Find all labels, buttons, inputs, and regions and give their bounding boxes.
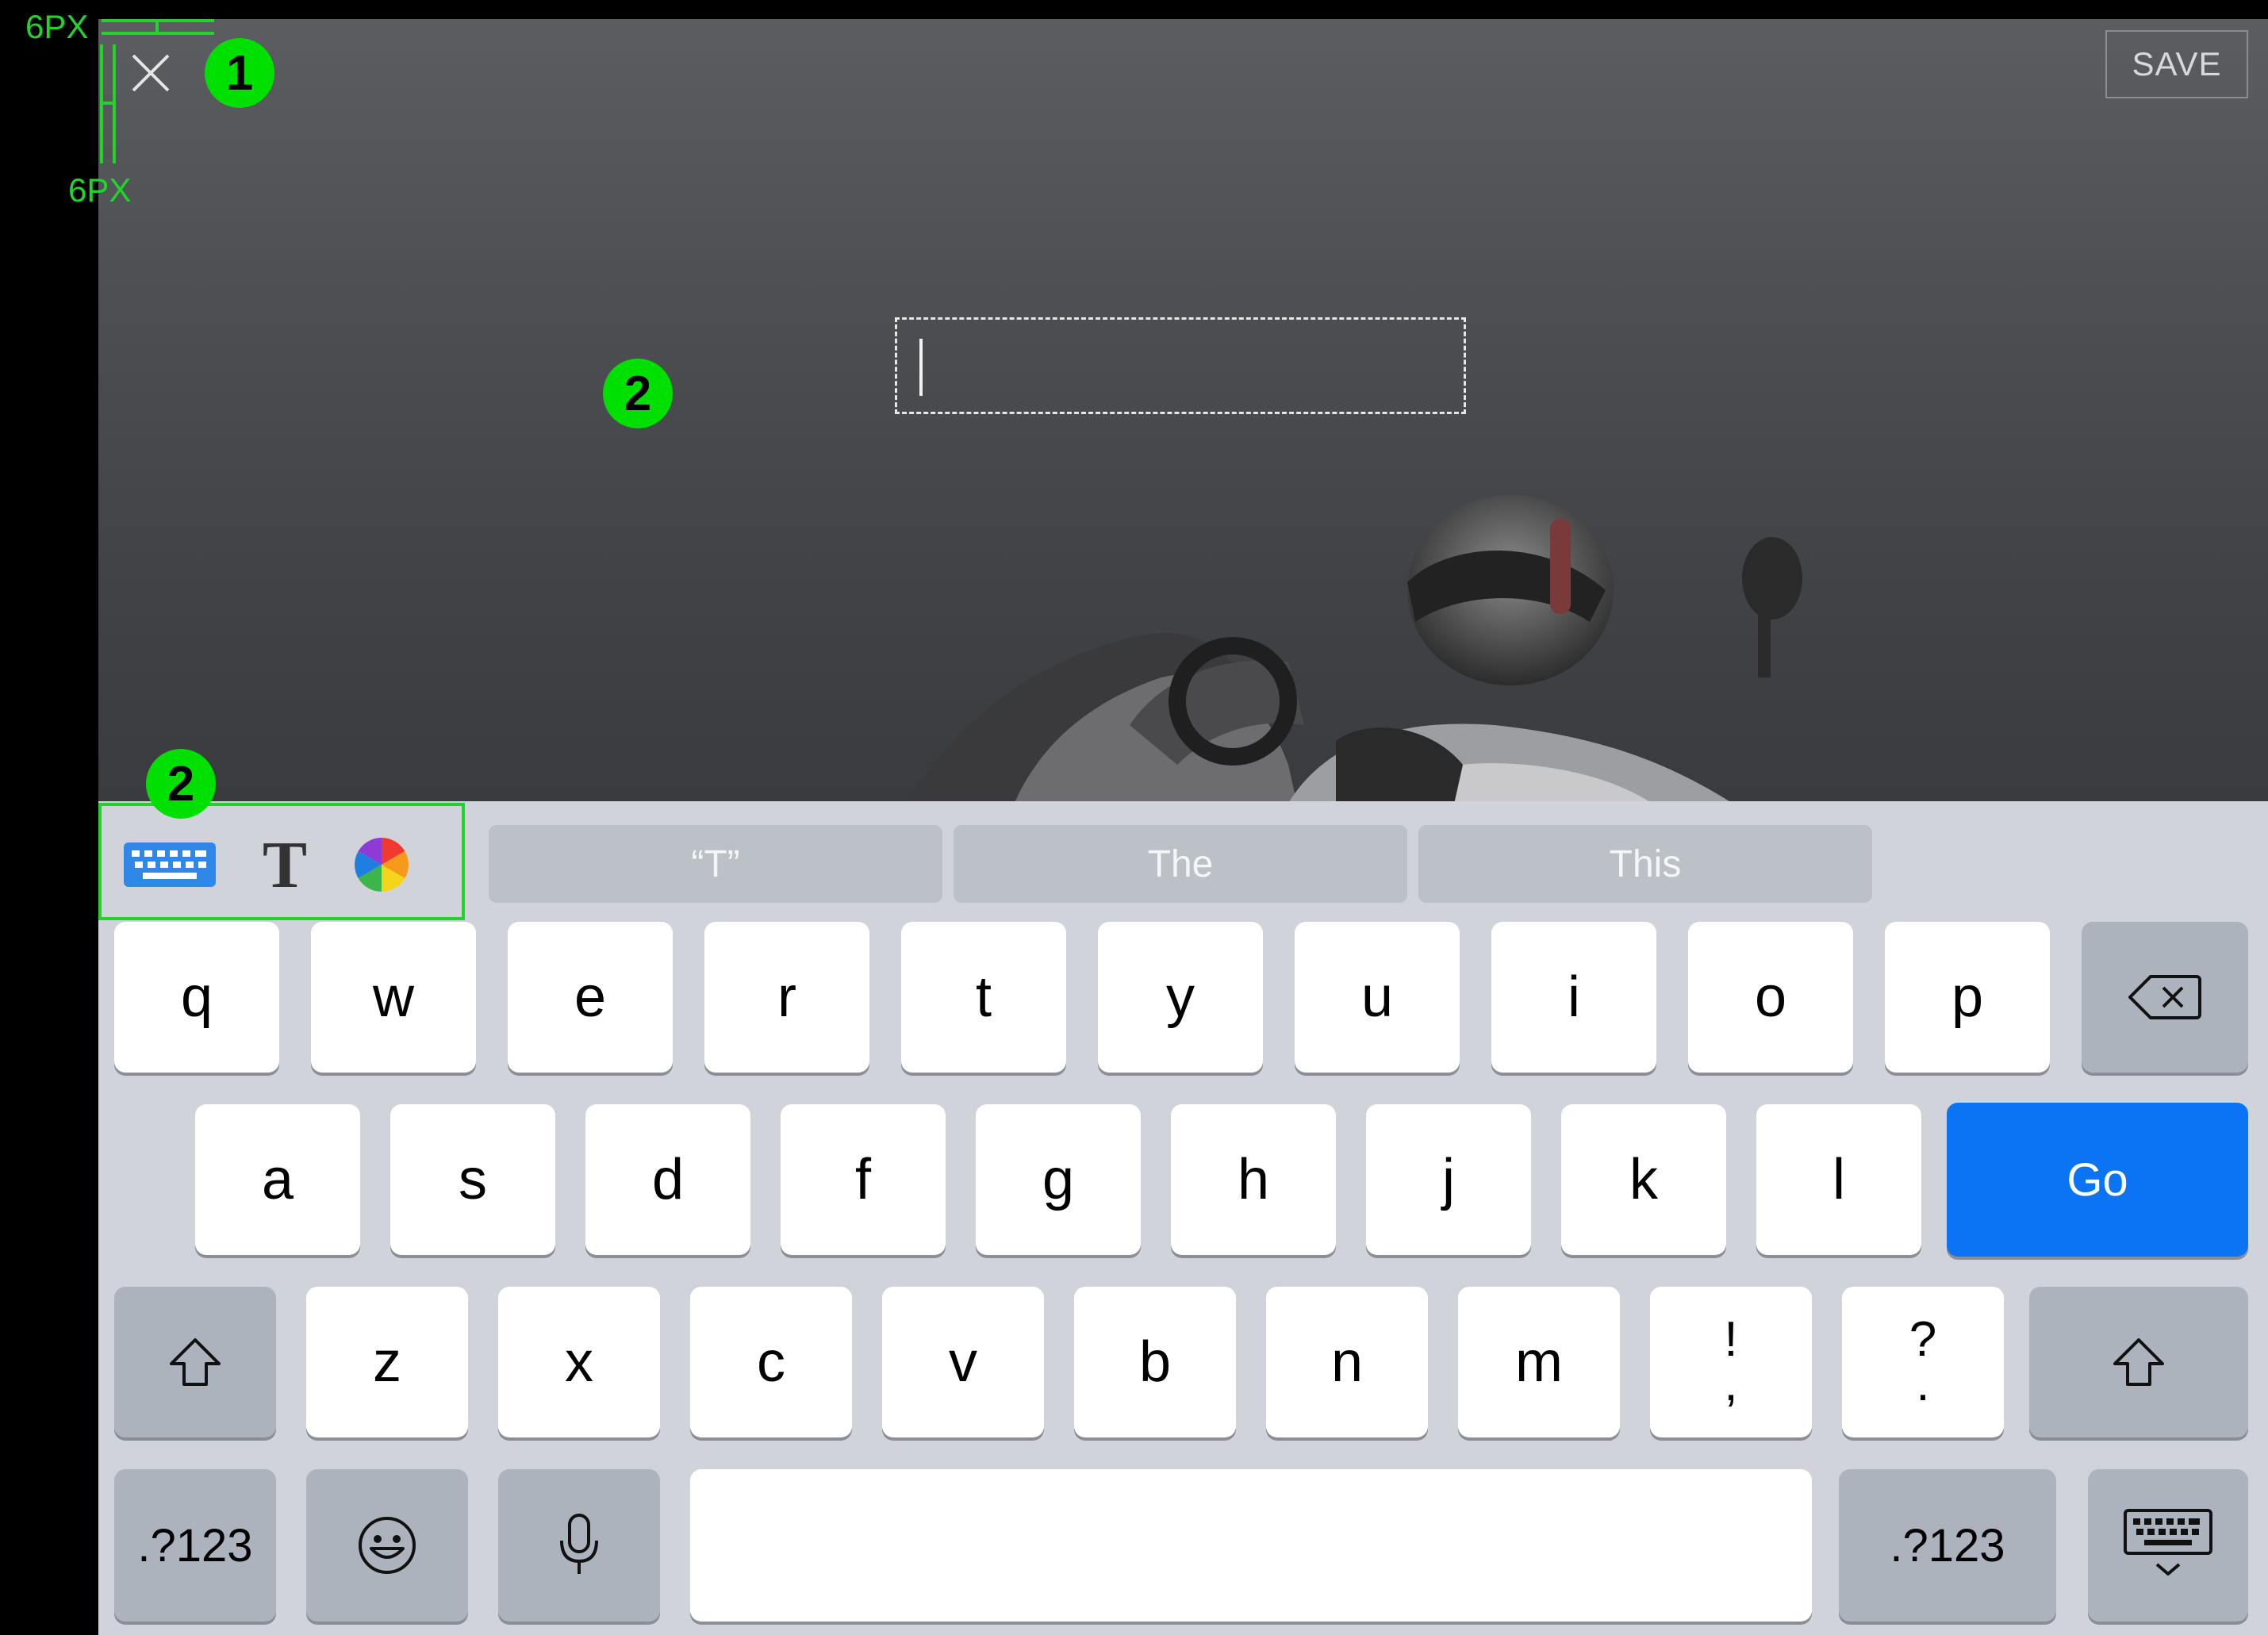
punct-top-question: ? [1909,1312,1937,1367]
key-u[interactable]: u [1295,922,1460,1073]
editor-canvas[interactable]: SAVE [98,19,2268,801]
key-v[interactable]: v [882,1287,1044,1437]
key-c[interactable]: c [690,1287,852,1437]
shift-key-right[interactable] [2029,1287,2248,1437]
punct-bottom-period: . [1916,1357,1930,1411]
toolbar-highlight [98,803,465,920]
emoji-key[interactable] [306,1469,468,1622]
key-z[interactable]: z [306,1287,468,1437]
suggestion-2[interactable]: The [954,825,1407,903]
key-p[interactable]: p [1885,922,2050,1073]
key-s[interactable]: s [390,1104,555,1255]
key-question-period[interactable]: ? . [1842,1287,2004,1437]
key-t[interactable]: t [901,922,1066,1073]
shift-icon [170,1338,221,1386]
key-l[interactable]: l [1756,1104,1921,1255]
key-a[interactable]: a [195,1104,360,1255]
numbers-key-left[interactable]: .?123 [114,1469,276,1622]
key-h[interactable]: h [1171,1104,1336,1255]
hide-keyboard-key[interactable] [2088,1469,2248,1622]
key-r[interactable]: r [704,922,869,1073]
hide-keyboard-icon [2124,1509,2212,1576]
emoji-icon [359,1517,416,1574]
software-keyboard: T “T” The This q w e r t y u i o p a s d… [98,801,2268,1635]
annotation-badge-2-toolbar: 2 [146,749,216,819]
key-e[interactable]: e [508,922,673,1073]
key-j[interactable]: j [1366,1104,1531,1255]
text-input-box[interactable] [895,317,1466,414]
key-o[interactable]: o [1688,922,1853,1073]
numbers-key-right[interactable]: .?123 [1839,1469,2056,1622]
background-photo [909,495,1802,801]
key-q[interactable]: q [114,922,279,1073]
shift-icon [2113,1338,2164,1386]
go-key[interactable]: Go [1947,1103,2248,1257]
key-k[interactable]: k [1561,1104,1726,1255]
key-i[interactable]: i [1491,922,1656,1073]
key-f[interactable]: f [781,1104,946,1255]
key-d[interactable]: d [585,1104,750,1255]
suggestion-1[interactable]: “T” [489,825,942,903]
microphone-icon [560,1514,598,1574]
backspace-key[interactable] [2082,922,2248,1073]
key-g[interactable]: g [976,1104,1141,1255]
spacing-label-left: 6PX [68,171,132,209]
punct-top-exclamation: ! [1724,1312,1738,1367]
key-x[interactable]: x [498,1287,660,1437]
key-y[interactable]: y [1098,922,1263,1073]
spacing-label-top: 6PX [25,8,89,45]
shift-key-left[interactable] [114,1287,276,1437]
key-w[interactable]: w [311,922,476,1073]
dictation-key[interactable] [498,1469,660,1622]
annotation-badge-2-canvas: 2 [603,359,673,428]
space-bar[interactable] [690,1469,1812,1622]
backspace-icon [2128,975,2201,1019]
suggestion-3[interactable]: This [1418,825,1872,903]
save-button[interactable]: SAVE [2105,30,2248,98]
key-m[interactable]: m [1458,1287,1620,1437]
key-n[interactable]: n [1266,1287,1428,1437]
punct-bottom-comma: , [1724,1357,1738,1411]
key-exclamation-comma[interactable]: ! , [1650,1287,1812,1437]
key-b[interactable]: b [1074,1287,1236,1437]
text-caret [919,339,923,396]
annotation-badge-1: 1 [205,38,274,108]
